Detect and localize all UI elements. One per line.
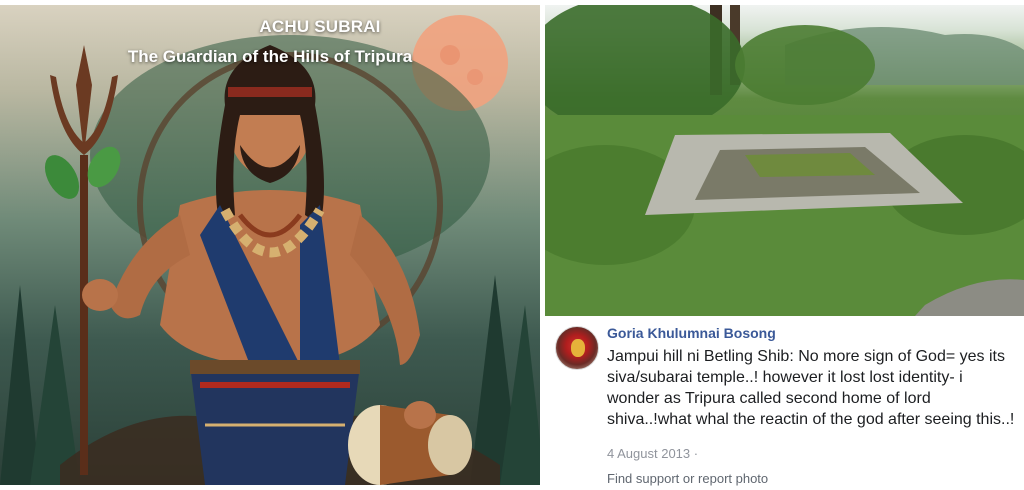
trident-staff xyxy=(80,155,88,475)
illustration-artwork xyxy=(0,15,540,485)
temple-ruin-photo xyxy=(545,5,1024,316)
illustration-title: ACHU SUBRAI xyxy=(259,17,381,36)
post-date[interactable]: 4 August 2013 · xyxy=(607,446,698,461)
author-avatar[interactable] xyxy=(555,326,599,370)
social-post: Goria Khulumnai Bosong Jampui hill ni Be… xyxy=(545,316,1024,490)
avatar-figure xyxy=(571,339,585,357)
post-author-name[interactable]: Goria Khulumnai Bosong xyxy=(607,325,776,341)
post-text: Jampui hill ni Betling Shib: No more sig… xyxy=(607,348,1015,428)
deity-illustration: ACHU SUBRAI The Guardian of the Hills of… xyxy=(0,5,540,485)
photo-artwork xyxy=(545,5,1024,316)
find-support-link[interactable]: Find support or report photo xyxy=(607,471,768,486)
illustration-subtitle: The Guardian of the Hills of Tripura xyxy=(127,47,413,66)
